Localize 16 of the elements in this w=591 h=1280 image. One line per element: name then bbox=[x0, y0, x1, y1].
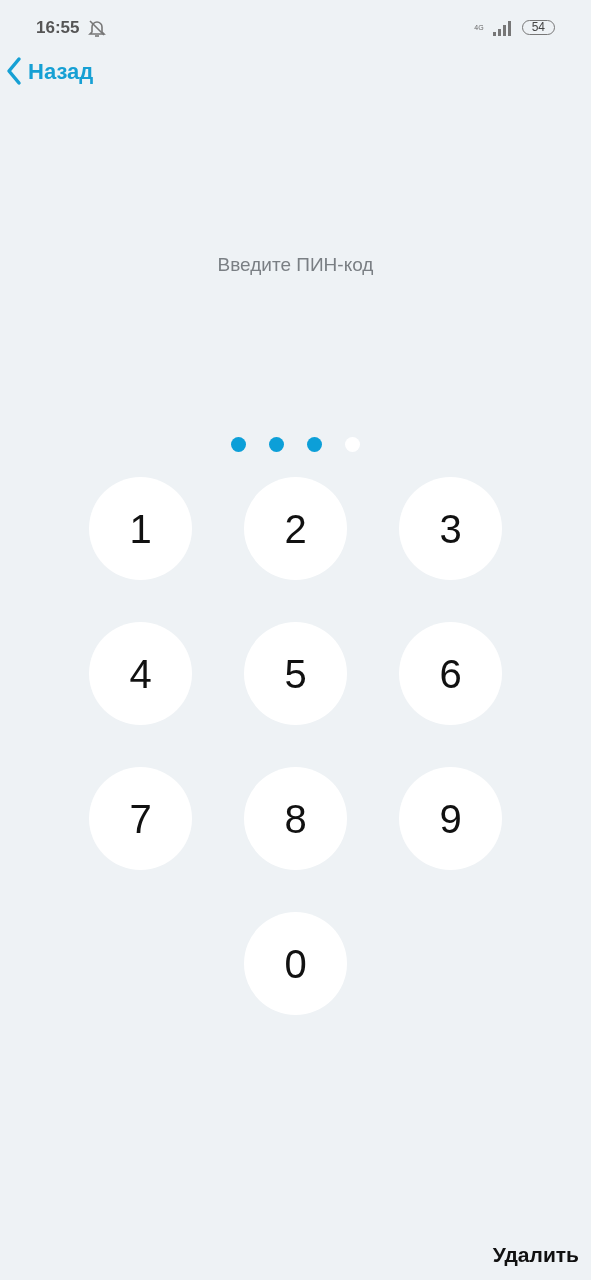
signal-icon bbox=[491, 19, 514, 36]
digit-key[interactable]: 7 bbox=[89, 767, 192, 870]
prompt-text: Введите ПИН-код bbox=[216, 253, 375, 277]
digit-key[interactable]: 8 bbox=[244, 767, 347, 870]
digit-key[interactable]: 4 bbox=[89, 622, 192, 725]
digit-key[interactable]: 6 bbox=[399, 622, 502, 725]
back-chevron-icon bbox=[6, 56, 22, 86]
digit-key[interactable]: 1 bbox=[89, 477, 192, 580]
digit-key[interactable]: 2 bbox=[244, 477, 347, 580]
delete-button[interactable]: Удалить bbox=[492, 1238, 591, 1280]
digit-key[interactable]: 3 bbox=[399, 477, 502, 580]
clock-text: 16:55 bbox=[36, 16, 80, 39]
muted-bell-icon bbox=[87, 17, 108, 38]
digit-key[interactable]: 5 bbox=[244, 622, 347, 725]
digit-key[interactable]: 9 bbox=[399, 767, 502, 870]
digit-key[interactable]: 0 bbox=[244, 912, 347, 1015]
